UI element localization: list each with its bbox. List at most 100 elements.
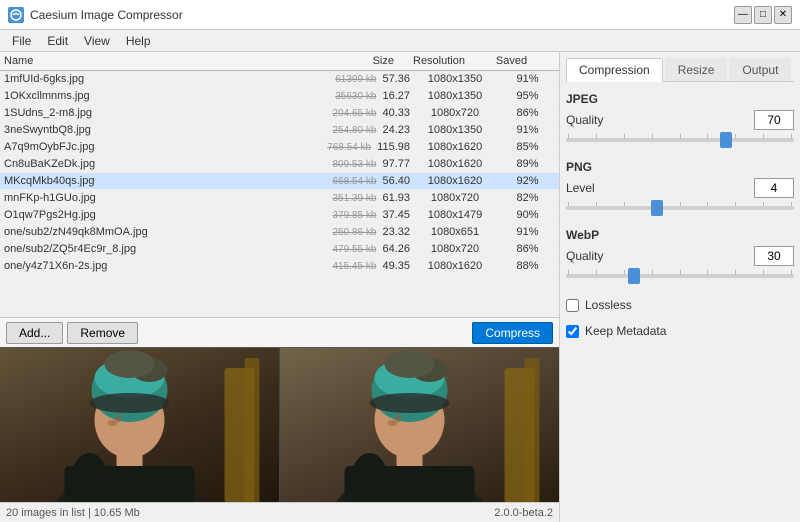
jpeg-quality-input[interactable]: [754, 110, 794, 130]
cell-saved: 92%: [500, 175, 555, 187]
png-level-slider[interactable]: [566, 206, 794, 210]
col-resolution: Resolution: [394, 55, 484, 67]
table-row[interactable]: 3neSwyntbQ8.jpg 254.80 kb 24.23 1080x135…: [0, 122, 559, 139]
cell-size: 250.86 kb 23.32: [310, 226, 410, 238]
compressed-preview: [280, 348, 559, 502]
image-count-status: 20 images in list | 10.65 Mb: [6, 507, 140, 519]
window-controls: — □ ✕: [734, 6, 792, 24]
table-row[interactable]: 1SUdns_2-m8.jpg 204.65 kb 40.33 1080x720…: [0, 105, 559, 122]
cell-name: one/sub2/ZQ5r4Ec9r_8.jpg: [4, 243, 310, 255]
png-section: PNG Level: [566, 160, 794, 218]
jpeg-quality-thumb[interactable]: [720, 132, 732, 148]
cell-saved: 86%: [500, 243, 555, 255]
add-remove-buttons: Add... Remove: [6, 322, 138, 344]
cell-name: one/y4z71X6n-2s.jpg: [4, 260, 310, 272]
original-preview: [0, 348, 280, 502]
cell-name: 1mfUId-6gks.jpg: [4, 73, 310, 85]
compress-button[interactable]: Compress: [472, 322, 553, 344]
table-row[interactable]: 1mfUId-6gks.jpg 61399 kb 57.36 1080x1350…: [0, 71, 559, 88]
table-row[interactable]: one/y4z71X6n-2s.jpg 415.45 kb 49.35 1080…: [0, 258, 559, 275]
keep-metadata-checkbox[interactable]: [566, 325, 579, 338]
col-size: Size: [294, 55, 394, 67]
cell-name: 1SUdns_2-m8.jpg: [4, 107, 310, 119]
menu-bar: File Edit View Help: [0, 30, 800, 52]
table-row[interactable]: one/sub2/ZQ5r4Ec9r_8.jpg 479.55 kb 64.26…: [0, 241, 559, 258]
table-row[interactable]: 1OKxcllmnms.jpg 35630 kb 16.27 1080x1350…: [0, 88, 559, 105]
cell-size: 351.39 kb 61.93: [310, 192, 410, 204]
cell-name: O1qw7Pgs2Hg.jpg: [4, 209, 310, 221]
tab-output[interactable]: Output: [729, 58, 791, 81]
cell-resolution: 1080x1620: [410, 158, 500, 170]
menu-help[interactable]: Help: [118, 32, 159, 50]
main-layout: Name Size Resolution Saved 1mfUId-6gks.j…: [0, 52, 800, 522]
webp-quality-input[interactable]: [754, 246, 794, 266]
left-panel: Name Size Resolution Saved 1mfUId-6gks.j…: [0, 52, 560, 522]
cell-size: 204.65 kb 40.33: [310, 107, 410, 119]
cell-saved: 91%: [500, 73, 555, 85]
webp-title: WebP: [566, 228, 794, 242]
add-button[interactable]: Add...: [6, 322, 63, 344]
cell-size: 35630 kb 16.27: [310, 90, 410, 102]
file-list-container: Name Size Resolution Saved 1mfUId-6gks.j…: [0, 52, 559, 317]
tab-compression[interactable]: Compression: [566, 58, 663, 82]
cell-resolution: 1080x1350: [410, 90, 500, 102]
cell-size: 61399 kb 57.36: [310, 73, 410, 85]
preview-area: [0, 347, 559, 502]
menu-file[interactable]: File: [4, 32, 39, 50]
cell-saved: 91%: [500, 124, 555, 136]
version-label: 2.0.0-beta.2: [494, 507, 553, 519]
cell-name: MKcqMkb40qs.jpg: [4, 175, 310, 187]
cell-saved: 91%: [500, 226, 555, 238]
table-row[interactable]: O1qw7Pgs2Hg.jpg 379.85 kb 37.45 1080x147…: [0, 207, 559, 224]
cell-saved: 90%: [500, 209, 555, 221]
file-table-body[interactable]: 1mfUId-6gks.jpg 61399 kb 57.36 1080x1350…: [0, 71, 559, 317]
keep-metadata-row: Keep Metadata: [566, 324, 794, 338]
menu-edit[interactable]: Edit: [39, 32, 76, 50]
bottom-toolbar: Add... Remove Compress: [0, 317, 559, 347]
jpeg-quality-slider[interactable]: [566, 138, 794, 142]
cell-resolution: 1080x651: [410, 226, 500, 238]
jpeg-quality-slider-container: [566, 134, 794, 142]
cell-size: 415.45 kb 49.35: [310, 260, 410, 272]
png-level-row: Level: [566, 178, 794, 198]
cell-saved: 82%: [500, 192, 555, 204]
lossless-checkbox[interactable]: [566, 299, 579, 312]
close-button[interactable]: ✕: [774, 6, 792, 24]
jpeg-section: JPEG Quality: [566, 92, 794, 150]
app-title: Caesium Image Compressor: [30, 8, 183, 22]
minimize-button[interactable]: —: [734, 6, 752, 24]
webp-quality-thumb[interactable]: [628, 268, 640, 284]
webp-quality-slider[interactable]: [566, 274, 794, 278]
menu-view[interactable]: View: [76, 32, 118, 50]
table-row[interactable]: A7q9mOybFJc.jpg 768.54 kb 115.98 1080x16…: [0, 139, 559, 156]
remove-button[interactable]: Remove: [67, 322, 138, 344]
cell-name: 1OKxcllmnms.jpg: [4, 90, 310, 102]
webp-quality-row: Quality: [566, 246, 794, 266]
cell-resolution: 1080x1350: [410, 124, 500, 136]
lossless-label[interactable]: Lossless: [585, 298, 632, 312]
png-level-slider-container: [566, 202, 794, 210]
cell-saved: 85%: [500, 141, 555, 153]
jpeg-title: JPEG: [566, 92, 794, 106]
cell-name: 3neSwyntbQ8.jpg: [4, 124, 310, 136]
webp-quality-slider-container: [566, 270, 794, 278]
png-level-label: Level: [566, 181, 595, 195]
table-row[interactable]: mnFKp-h1GUo.jpg 351.39 kb 61.93 1080x720…: [0, 190, 559, 207]
cell-resolution: 1080x720: [410, 192, 500, 204]
cell-saved: 95%: [500, 90, 555, 102]
table-row[interactable]: Cn8uBaKZeDk.jpg 809.53 kb 97.77 1080x162…: [0, 156, 559, 173]
lossless-row: Lossless: [566, 298, 794, 312]
png-level-input[interactable]: [754, 178, 794, 198]
table-row[interactable]: one/sub2/zN49qk8MmOA.jpg 250.86 kb 23.32…: [0, 224, 559, 241]
cell-resolution: 1080x1620: [410, 260, 500, 272]
keep-metadata-label[interactable]: Keep Metadata: [585, 324, 666, 338]
cell-size: 768.54 kb 115.98: [310, 141, 410, 153]
cell-saved: 86%: [500, 107, 555, 119]
cell-name: one/sub2/zN49qk8MmOA.jpg: [4, 226, 310, 238]
cell-saved: 88%: [500, 260, 555, 272]
table-row[interactable]: MKcqMkb40qs.jpg 668.54 kb 56.40 1080x162…: [0, 173, 559, 190]
png-level-thumb[interactable]: [651, 200, 663, 216]
maximize-button[interactable]: □: [754, 6, 772, 24]
tab-resize[interactable]: Resize: [665, 58, 728, 81]
col-name: Name: [4, 55, 294, 67]
